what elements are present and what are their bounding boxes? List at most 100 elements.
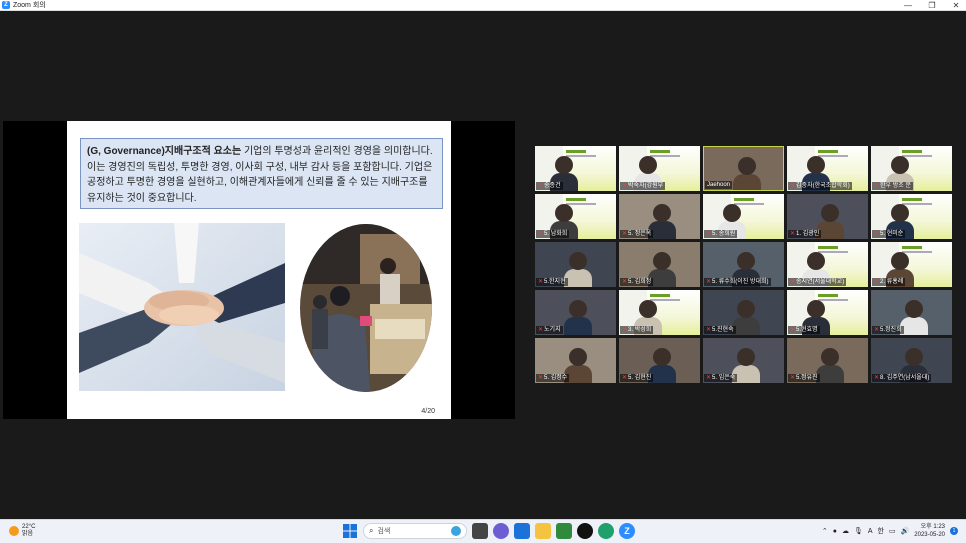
- muted-mic-icon: ✕: [622, 375, 628, 381]
- participant-video-head: [807, 156, 825, 174]
- participant-name-text: 5.정진희: [880, 327, 902, 333]
- participant-video-head: [807, 252, 825, 270]
- file-explorer-icon[interactable]: [535, 523, 551, 539]
- meeting-stage: (G, Governance)지배구조적 요소는 기업의 투명성과 윤리적인 경…: [0, 11, 966, 519]
- participant-tile[interactable]: ✕ 5. 현미순: [871, 194, 952, 239]
- participant-name-label: ✕ 5.한지현: [536, 278, 568, 286]
- participant-name-text: 김중자(한국조합학회): [796, 183, 850, 189]
- participant-tile[interactable]: ✕ 5. 류수희(이진 방대희): [703, 242, 784, 287]
- participant-tile[interactable]: ✕ 8. 김주연(남서울대): [871, 338, 952, 383]
- weather-widget[interactable]: 22°C 맑음: [9, 524, 35, 538]
- participant-name-text: 2. 류홍례: [880, 279, 904, 285]
- participant-name-text: 8. 김주연(남서울대): [880, 375, 930, 381]
- search-icon: ⌕: [369, 526, 374, 535]
- muted-mic-icon: ✕: [790, 279, 796, 285]
- participant-tile[interactable]: ✕ 5.진현숙: [703, 290, 784, 335]
- participant-name-text: 5. 김희정: [628, 279, 652, 285]
- participant-video-body: [733, 174, 761, 190]
- zoom-taskbar-icon[interactable]: Z: [619, 523, 635, 539]
- muted-mic-icon: ✕: [706, 279, 712, 285]
- participant-tile[interactable]: ✕ 5.정진희: [871, 290, 952, 335]
- ime-indicator[interactable]: 한: [878, 526, 884, 536]
- participant-name-label: ✕ 5. 송희원: [704, 230, 738, 238]
- participant-video-body: [816, 365, 844, 383]
- participant-tile[interactable]: ✕ 5. 정은옥: [619, 194, 700, 239]
- mail-icon[interactable]: [514, 523, 530, 539]
- participant-video-head: [569, 300, 587, 318]
- muted-mic-icon: ✕: [706, 375, 712, 381]
- language-indicator[interactable]: A: [868, 528, 873, 535]
- participant-video-head: [737, 300, 755, 318]
- hands-together-image: [79, 223, 285, 391]
- muted-mic-icon: ✕: [538, 231, 544, 237]
- participant-name-label: ✕ 5.현효명: [788, 326, 820, 334]
- edge-icon[interactable]: [598, 523, 614, 539]
- network-icon[interactable]: ▭: [889, 527, 896, 535]
- participant-tile[interactable]: ✕ 송종건: [535, 146, 616, 191]
- muted-mic-icon: ✕: [706, 327, 712, 333]
- shared-screen[interactable]: (G, Governance)지배구조적 요소는 기업의 투명성과 윤리적인 경…: [3, 121, 515, 419]
- tiktok-icon[interactable]: [577, 523, 593, 539]
- participant-tile[interactable]: ✕ 5. 김정수: [535, 338, 616, 383]
- participant-name-text: 5.진현숙: [712, 327, 734, 333]
- slide-page-number: 4/20: [421, 408, 435, 415]
- participant-tile[interactable]: ✕ 노기지: [535, 290, 616, 335]
- sticky-notes-icon[interactable]: [556, 523, 572, 539]
- minimize-button[interactable]: —: [904, 1, 912, 10]
- participant-name-label: ✕ 3. 박성희: [620, 326, 654, 334]
- windows-start-icon[interactable]: [342, 523, 358, 539]
- cloud-icon[interactable]: ☁: [842, 527, 849, 535]
- participant-video-head: [807, 300, 825, 318]
- participant-video-body: [732, 317, 760, 335]
- muted-mic-icon: ✕: [790, 327, 796, 333]
- weather-temperature: 22°C: [22, 524, 36, 530]
- taskbar-search-box[interactable]: ⌕ 검색: [363, 523, 467, 539]
- participant-tile[interactable]: ✕ 5. 임은숙: [703, 338, 784, 383]
- weather-description: 맑음: [22, 531, 34, 537]
- participant-tile[interactable]: ✕ 5. 송희원: [703, 194, 784, 239]
- participant-video-head: [821, 204, 839, 222]
- participant-tile[interactable]: ✕ 3. 박성희: [619, 290, 700, 335]
- participant-name-label: ✕ 5.정유진: [788, 374, 820, 382]
- participant-name-text: 5. 임은숙: [712, 375, 736, 381]
- participant-tile[interactable]: ✕ 5.한지현: [535, 242, 616, 287]
- participant-tile[interactable]: ✕ 박숙자(강원부: [619, 146, 700, 191]
- participant-tile[interactable]: Jaehoon: [703, 146, 784, 191]
- speaker-icon[interactable]: 🔊: [901, 527, 910, 535]
- participant-tile[interactable]: ✕ 김중자(한국조합학회): [787, 146, 868, 191]
- muted-mic-icon: ✕: [538, 375, 544, 381]
- participant-name-label: ✕ 송지연(서울대학교): [788, 278, 847, 286]
- participant-tile[interactable]: ✕ 2. 류홍례: [871, 242, 952, 287]
- participant-tile[interactable]: ✕ 5. 김현진: [619, 338, 700, 383]
- taskbar-clock[interactable]: 오후 1:23 2023-05-20: [914, 523, 945, 539]
- restore-button[interactable]: ❐: [928, 1, 936, 10]
- participant-video-head: [569, 348, 587, 366]
- clock-time: 오후 1:23: [920, 524, 945, 530]
- participant-video-head: [653, 204, 671, 222]
- notification-badge[interactable]: 1: [950, 527, 958, 535]
- participant-name-text: Jaehoon: [707, 182, 731, 188]
- participant-name-text: 박숙자(강원부: [628, 183, 664, 189]
- participant-video-head: [569, 252, 587, 270]
- close-button[interactable]: ✕: [952, 1, 960, 10]
- participant-name-label: ✕ 5. 류수희(이진 방대희): [704, 278, 771, 286]
- participant-tile[interactable]: ✕ 송지연(서울대학교): [787, 242, 868, 287]
- participant-tile[interactable]: ✕ 5.정유진: [787, 338, 868, 383]
- teams-chat-icon[interactable]: [493, 523, 509, 539]
- participant-tile[interactable]: ✕ 5.현효명: [787, 290, 868, 335]
- muted-mic-icon: ✕: [622, 183, 628, 189]
- participant-name-label: ✕ 5. 남화희: [536, 230, 570, 238]
- chevron-up-icon[interactable]: ⌃: [822, 527, 828, 535]
- participant-tile[interactable]: ✕ 5. 남화희: [535, 194, 616, 239]
- task-view-icon[interactable]: [472, 523, 488, 539]
- participant-tile[interactable]: ✕ 한우 방조 문: [871, 146, 952, 191]
- participant-name-label: Jaehoon: [705, 181, 733, 189]
- participant-video-head: [738, 157, 756, 175]
- muted-mic-icon: ✕: [790, 375, 796, 381]
- participant-video-head: [737, 252, 755, 270]
- participant-tile[interactable]: ✕ 1. 김광인: [787, 194, 868, 239]
- participant-tile[interactable]: ✕ 5. 김희정: [619, 242, 700, 287]
- chat-tray-icon[interactable]: ●: [833, 528, 837, 535]
- participant-name-text: 송종건: [544, 183, 561, 189]
- microphone-icon[interactable]: 🎙: [854, 527, 863, 535]
